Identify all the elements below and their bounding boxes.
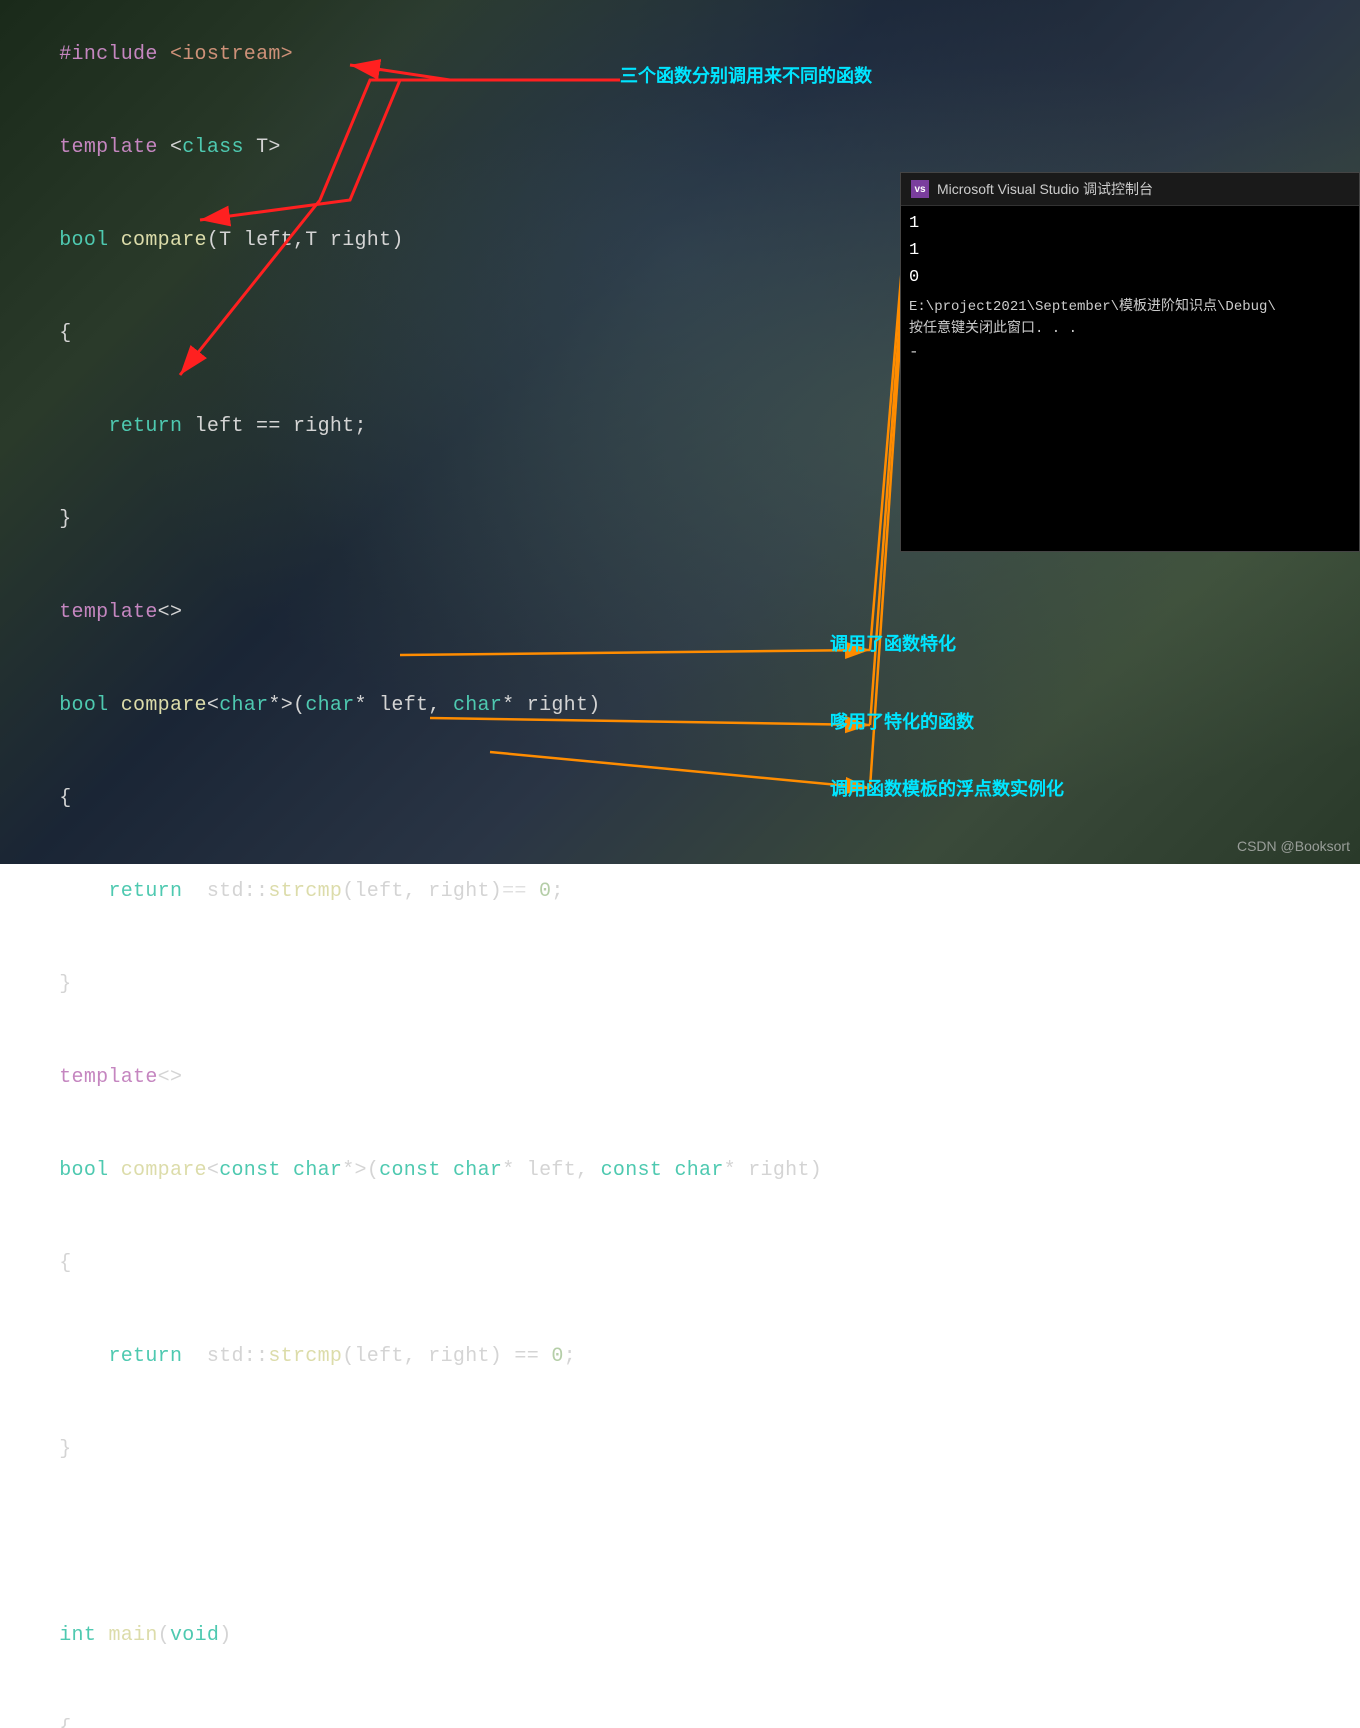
code-line-19: { xyxy=(0,1682,1360,1728)
code-line-18: int main(void) xyxy=(0,1589,1360,1682)
console-titlebar: vs Microsoft Visual Studio 调试控制台 xyxy=(901,173,1359,206)
console-window: vs Microsoft Visual Studio 调试控制台 1 1 0 E… xyxy=(900,172,1360,552)
console-output-2: 1 xyxy=(909,237,1351,264)
code-line-10: return std::strcmp(left, right)== 0; xyxy=(0,845,1360,938)
code-line-14: { xyxy=(0,1217,1360,1310)
console-output-1: 1 xyxy=(909,210,1351,237)
csdn-watermark: CSDN @Booksort xyxy=(1237,838,1350,854)
vs-icon: vs xyxy=(911,180,929,198)
code-line-11: } xyxy=(0,938,1360,1031)
code-line-17 xyxy=(0,1496,1360,1589)
annotation-1: 三个函数分别调用来不同的函数 xyxy=(620,62,872,88)
code-line-7: template<> xyxy=(0,566,1360,659)
code-line-12: template<> xyxy=(0,1031,1360,1124)
console-path: E:\project2021\September\模板进阶知识点\Debug\ xyxy=(909,296,1351,318)
console-body: 1 1 0 E:\project2021\September\模板进阶知识点\D… xyxy=(901,206,1359,370)
code-line-16: } xyxy=(0,1403,1360,1496)
annotation-2: 调用了函数特化 xyxy=(830,630,956,656)
console-output-3: 0 xyxy=(909,264,1351,291)
console-title: Microsoft Visual Studio 调试控制台 xyxy=(937,179,1153,199)
code-line-8: bool compare<char*>(char* left, char* ri… xyxy=(0,659,1360,752)
annotation-4: 调用函数模板的浮点数实例化 xyxy=(830,775,1064,801)
console-cursor: - xyxy=(909,340,1351,366)
code-line-15: return std::strcmp(left, right) == 0; xyxy=(0,1310,1360,1403)
annotation-3: 嗲用了特化的函数 xyxy=(830,708,974,734)
code-line-13: bool compare<const char*>(const char* le… xyxy=(0,1124,1360,1217)
code-line-9: { xyxy=(0,752,1360,845)
console-close-msg: 按任意键关闭此窗口. . . xyxy=(909,318,1351,340)
